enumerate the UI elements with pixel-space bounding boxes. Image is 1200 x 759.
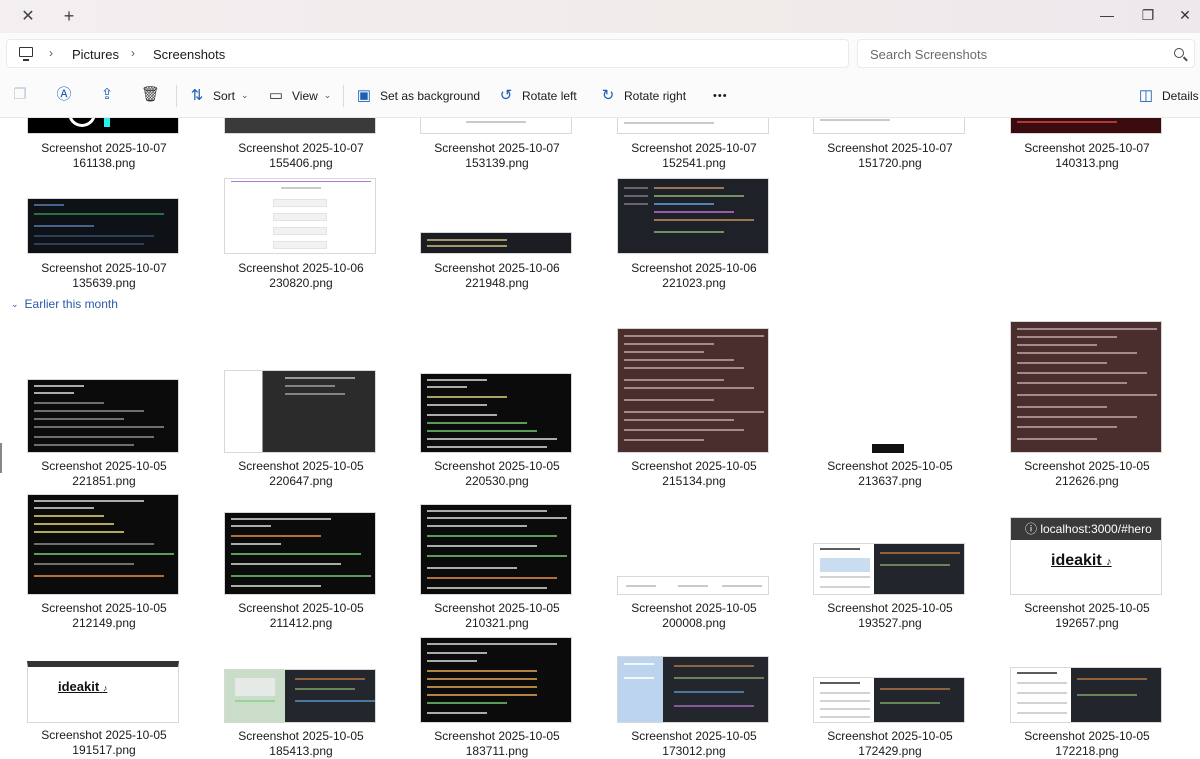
file-name: Screenshot 2025-10-05 211412.png (238, 601, 364, 630)
search-input[interactable]: Search Screenshots (870, 47, 987, 62)
delete-icon[interactable]: 🗑 (141, 86, 160, 104)
breadcrumb-screenshots[interactable]: Screenshots (153, 47, 225, 62)
file-name: Screenshot 2025-10-07 152541.png (631, 141, 757, 170)
minimize-button[interactable]: — (1097, 6, 1117, 24)
chevron-right-icon[interactable]: › (49, 46, 53, 60)
rotate-left-icon: ↺ (499, 86, 513, 104)
file-name: Screenshot 2025-10-07 135639.png (41, 261, 167, 290)
file-name: Screenshot 2025-10-07 153139.png (434, 141, 560, 170)
copy-icon[interactable]: ❐ (11, 86, 29, 104)
wallpaper-icon: ▣ (356, 86, 372, 104)
file-thumbnail[interactable] (224, 178, 376, 254)
file-name: Screenshot 2025-10-07 161138.png (41, 141, 167, 170)
file-name: Screenshot 2025-10-05 193527.png (827, 601, 953, 630)
file-thumbnail[interactable] (420, 373, 572, 453)
file-name: Screenshot 2025-10-05 210321.png (434, 601, 560, 630)
file-thumbnail[interactable] (224, 669, 376, 723)
title-bar: ✕ + — ❐ ✕ (0, 0, 1200, 33)
ideakit-logo: ideakit ♪ (1051, 552, 1112, 569)
rotate-right-icon: ↻ (601, 86, 615, 104)
file-thumbnail[interactable] (27, 494, 179, 595)
navigation-bar: › Pictures › Screenshots Search Screensh… (0, 33, 1200, 73)
file-thumbnail[interactable] (813, 118, 965, 134)
view-button[interactable]: ▭ View ⌄ (268, 73, 331, 118)
this-pc-icon[interactable] (19, 47, 33, 61)
file-thumbnail[interactable] (420, 637, 572, 723)
file-name: Screenshot 2025-10-05 192657.png (1024, 601, 1150, 630)
file-thumbnail[interactable]: ⓘ localhost:3000/#hero ideakit ♪ (1010, 517, 1162, 595)
file-thumbnail[interactable] (1010, 667, 1162, 723)
file-thumbnail[interactable] (420, 504, 572, 595)
new-tab-button[interactable]: + (59, 7, 79, 25)
sort-button[interactable]: ⇅ Sort ⌄ (189, 73, 249, 118)
file-thumbnail[interactable] (617, 656, 769, 723)
file-thumbnail[interactable] (420, 118, 572, 134)
file-name: Screenshot 2025-10-05 212626.png (1024, 459, 1150, 488)
file-thumbnail[interactable] (617, 118, 769, 134)
file-thumbnail[interactable] (813, 677, 965, 723)
file-name: Screenshot 2025-10-07 155406.png (238, 141, 364, 170)
address-bar[interactable]: › Pictures › Screenshots (6, 39, 849, 68)
file-name: Screenshot 2025-10-05 191517.png (41, 728, 167, 757)
details-pane-icon: ◫ (1138, 86, 1154, 104)
file-name: Screenshot 2025-10-06 221023.png (631, 261, 757, 290)
rotate-left-button[interactable]: ↺ Rotate left (498, 73, 577, 118)
details-button[interactable]: ◫ Details (1138, 73, 1199, 118)
file-thumbnail[interactable] (617, 576, 769, 595)
set-as-background-button[interactable]: ▣ Set as background (356, 73, 480, 118)
chevron-down-icon: ⌄ (241, 90, 249, 100)
file-thumbnail[interactable]: ideakit ♪ (27, 661, 179, 723)
file-grid: Screenshot 2025-10-07 161138.png Screensh… (0, 118, 1200, 759)
chevron-down-icon: ⌄ (323, 90, 332, 100)
file-name: Screenshot 2025-10-05 212149.png (41, 601, 167, 630)
file-thumbnail[interactable] (224, 370, 376, 453)
chevron-right-icon[interactable]: › (131, 46, 135, 60)
close-tab-icon[interactable]: ✕ (18, 8, 38, 26)
file-thumbnail[interactable] (617, 328, 769, 453)
file-thumbnail[interactable] (872, 444, 904, 453)
file-thumbnail[interactable] (617, 178, 769, 254)
file-thumbnail[interactable] (420, 232, 572, 254)
breadcrumb-pictures[interactable]: Pictures (72, 47, 119, 62)
rotate-right-button[interactable]: ↻ Rotate right (600, 73, 686, 118)
file-name: Screenshot 2025-10-05 220647.png (238, 459, 364, 488)
more-options-button[interactable]: ••• (713, 73, 728, 118)
file-name: Screenshot 2025-10-05 172429.png (827, 729, 953, 758)
ideakit-logo: ideakit ♪ (58, 679, 108, 694)
file-name: Screenshot 2025-10-05 200008.png (631, 601, 757, 630)
view-icon: ▭ (268, 86, 284, 104)
file-name: Screenshot 2025-10-05 185413.png (238, 729, 364, 758)
search-icon[interactable] (1174, 48, 1184, 58)
file-name: Screenshot 2025-10-06 230820.png (238, 261, 364, 290)
file-name: Screenshot 2025-10-05 213637.png (827, 459, 953, 488)
rename-icon[interactable]: Ⓐ (55, 86, 73, 104)
file-name: Screenshot 2025-10-05 220530.png (434, 459, 560, 488)
file-thumbnail[interactable] (27, 118, 179, 134)
file-thumbnail[interactable] (27, 198, 179, 254)
file-thumbnail[interactable] (27, 379, 179, 453)
group-header-earlier-this-month[interactable]: ⌄ Earlier this month (11, 297, 118, 311)
file-thumbnail[interactable] (1010, 118, 1162, 134)
file-thumbnail[interactable] (224, 512, 376, 595)
file-name: Screenshot 2025-10-05 172218.png (1024, 729, 1150, 758)
search-box[interactable]: Search Screenshots (857, 39, 1195, 68)
file-thumbnail[interactable] (224, 118, 376, 134)
file-thumbnail[interactable] (1010, 321, 1162, 453)
file-name: Screenshot 2025-10-06 221948.png (434, 261, 560, 290)
chevron-down-icon: ⌄ (11, 298, 19, 309)
command-bar: ❐ Ⓐ ⇪ 🗑 ⇅ Sort ⌄ ▭ View ⌄ ▣ Set as backg… (0, 73, 1200, 118)
maximize-button[interactable]: ❐ (1138, 6, 1158, 24)
file-name: Screenshot 2025-10-05 221851.png (41, 459, 167, 488)
close-window-button[interactable]: ✕ (1175, 6, 1195, 24)
file-name: Screenshot 2025-10-05 215134.png (631, 459, 757, 488)
file-name: Screenshot 2025-10-07 140313.png (1024, 141, 1150, 170)
share-icon[interactable]: ⇪ (98, 86, 116, 104)
sort-icon: ⇅ (190, 86, 204, 104)
browser-url-bar: ⓘ localhost:3000/#hero (1011, 518, 1161, 540)
file-name: Screenshot 2025-10-05 183711.png (434, 729, 560, 758)
file-thumbnail[interactable] (813, 543, 965, 595)
file-name: Screenshot 2025-10-07 151720.png (827, 141, 953, 170)
file-name: Screenshot 2025-10-05 173012.png (631, 729, 757, 758)
